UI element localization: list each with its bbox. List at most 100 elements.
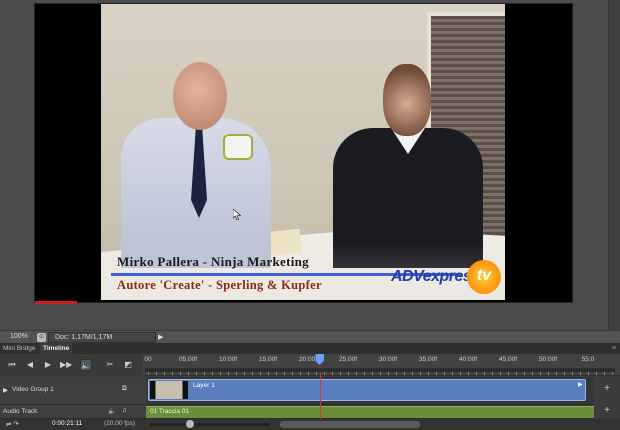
photoshop-window: Mirko Pallera - Ninja Marketing Autore '… xyxy=(0,0,620,430)
interviewer xyxy=(333,64,483,268)
ruler-tick xyxy=(572,372,573,375)
ruler-tick xyxy=(196,372,197,375)
video-group-lane[interactable]: Layer 1 ▶ xyxy=(146,377,594,405)
transition-icon[interactable]: ◩ xyxy=(122,359,134,371)
red-progress-mark xyxy=(35,301,77,304)
ruler-label: 10:00f xyxy=(218,356,238,363)
ruler-tick xyxy=(172,372,173,375)
ruler-tick xyxy=(452,372,453,375)
ruler-tick xyxy=(372,372,373,375)
ruler-label: 45:00f xyxy=(498,356,518,363)
ruler-tick xyxy=(436,372,437,375)
mouse-cursor-icon xyxy=(233,209,241,220)
ruler-tick xyxy=(284,372,285,375)
ruler-tick xyxy=(236,372,237,375)
ruler-tick xyxy=(500,372,501,375)
film-icon[interactable]: ⧉ xyxy=(122,385,127,393)
ruler-label: 55:0 xyxy=(581,356,595,363)
panel-menu-icon[interactable]: ≡ xyxy=(612,343,616,354)
interviewer-head xyxy=(383,64,431,136)
lower-third-name: Mirko Pallera - Ninja Marketing xyxy=(117,254,309,269)
convert-icon[interactable]: ⇌ ↷ xyxy=(6,420,19,428)
ruler-tick xyxy=(524,372,525,375)
speaker-icon[interactable]: 🔈 xyxy=(108,407,116,415)
ruler-label: 05:00f xyxy=(178,356,198,363)
ruler-tick xyxy=(212,372,213,375)
timeline-panel: Mini Bridge Timeline ≡ ⏮ ◀ ▶ ▶▶ 🔈 ✂ ◩ 00… xyxy=(0,343,620,430)
timeline-footer: ⇌ ↷ 0:00:21:11 (20,00 fps) xyxy=(0,419,620,430)
ruler-tick xyxy=(604,372,605,375)
video-frame: Mirko Pallera - Ninja Marketing Autore '… xyxy=(101,4,505,300)
ruler-label: 15:00f xyxy=(258,356,278,363)
ruler-tick xyxy=(596,372,597,375)
ruler-tick xyxy=(180,372,181,375)
vertical-scrollbar[interactable] xyxy=(608,0,620,330)
ruler-tick xyxy=(612,372,613,375)
playhead-handle[interactable] xyxy=(315,354,325,365)
video-group-header[interactable]: ▶ Video Group 1 ⧉ xyxy=(0,377,146,405)
logo-badge: tv xyxy=(467,260,501,294)
tab-timeline[interactable]: Timeline xyxy=(40,343,72,354)
ruler-label: 20:00f xyxy=(298,356,318,363)
ruler-tick xyxy=(580,372,581,375)
add-video-plus-icon[interactable]: + xyxy=(594,383,620,394)
ruler-tick xyxy=(292,372,293,375)
first-frame-icon[interactable]: ⏮ xyxy=(6,359,18,371)
speaker-head xyxy=(173,62,227,130)
status-menu-arrow-icon[interactable]: ▶ xyxy=(158,333,166,342)
ruler-tick xyxy=(260,372,261,375)
play-icon[interactable]: ▶ xyxy=(42,359,54,371)
scissors-icon[interactable]: ✂ xyxy=(104,359,116,371)
ruler-label: 00 xyxy=(144,356,152,363)
ruler-tick xyxy=(492,372,493,375)
prev-frame-icon[interactable]: ◀ xyxy=(24,359,36,371)
ruler-tick xyxy=(252,372,253,375)
zoom-slider-knob[interactable] xyxy=(186,420,194,428)
speaker-with-mic xyxy=(121,62,291,268)
expand-triangle-icon[interactable]: ▶ xyxy=(3,386,8,394)
document-size[interactable]: Doc: 1,17M/1,17M xyxy=(48,332,156,343)
current-time: 0:00:21:11 xyxy=(52,420,83,427)
ruler-tick xyxy=(412,372,413,375)
add-audio-plus-icon[interactable]: + xyxy=(594,405,620,416)
ruler-label: 50:00f xyxy=(538,356,558,363)
ruler-tick xyxy=(380,372,381,375)
audio-icon[interactable]: 🔈 xyxy=(80,359,92,371)
timeline-scrollbar[interactable] xyxy=(280,421,420,428)
ruler-label: 25:00f xyxy=(338,356,358,363)
work-area-bar[interactable] xyxy=(145,368,615,372)
audio-lane[interactable]: 01 Traccia 01 xyxy=(146,405,594,419)
audio-track-label: Audio Track xyxy=(3,408,38,415)
document-canvas-area[interactable]: Mirko Pallera - Ninja Marketing Autore '… xyxy=(0,0,620,330)
info-icon[interactable]: ⊙ xyxy=(37,333,46,342)
document-canvas[interactable]: Mirko Pallera - Ninja Marketing Autore '… xyxy=(35,4,572,304)
tab-mini-bridge[interactable]: Mini Bridge xyxy=(0,343,40,354)
audio-track-header[interactable]: Audio Track 🔈 ♫ xyxy=(0,405,146,419)
ruler-tick xyxy=(564,372,565,375)
ruler-tick xyxy=(164,372,165,375)
status-bar: 100% ⊙ Doc: 1,17M/1,17M ▶ xyxy=(0,330,620,343)
clip-end-icon[interactable]: ▶ xyxy=(578,381,584,388)
ruler-tick xyxy=(420,372,421,375)
zoom-level[interactable]: 100% xyxy=(10,333,28,340)
ruler-tick xyxy=(276,372,277,375)
clip-label: Layer 1 xyxy=(193,382,215,389)
music-note-icon[interactable]: ♫ xyxy=(122,407,127,414)
ruler-tick xyxy=(300,372,301,375)
video-clip[interactable]: Layer 1 ▶ xyxy=(148,379,586,401)
ruler-tick xyxy=(516,372,517,375)
ruler-label: 35:00f xyxy=(418,356,438,363)
ruler-tick xyxy=(156,372,157,375)
timeline-zoom-slider[interactable] xyxy=(150,420,270,428)
ruler-tick xyxy=(244,372,245,375)
ruler-tick xyxy=(356,372,357,375)
ruler-tick xyxy=(540,372,541,375)
next-frame-icon[interactable]: ▶▶ xyxy=(60,359,72,371)
ruler-tick xyxy=(316,372,317,375)
audio-clip[interactable]: 01 Traccia 01 xyxy=(146,406,594,418)
ruler-tick xyxy=(364,372,365,375)
timeline-ruler[interactable]: 00 05:00f 10:00f 15:00f 20:00f 25:00f 30:00f 35… xyxy=(143,354,620,376)
microphone xyxy=(223,134,253,160)
frame-rate: (20,00 fps) xyxy=(104,420,136,427)
ruler-tick xyxy=(324,372,325,375)
